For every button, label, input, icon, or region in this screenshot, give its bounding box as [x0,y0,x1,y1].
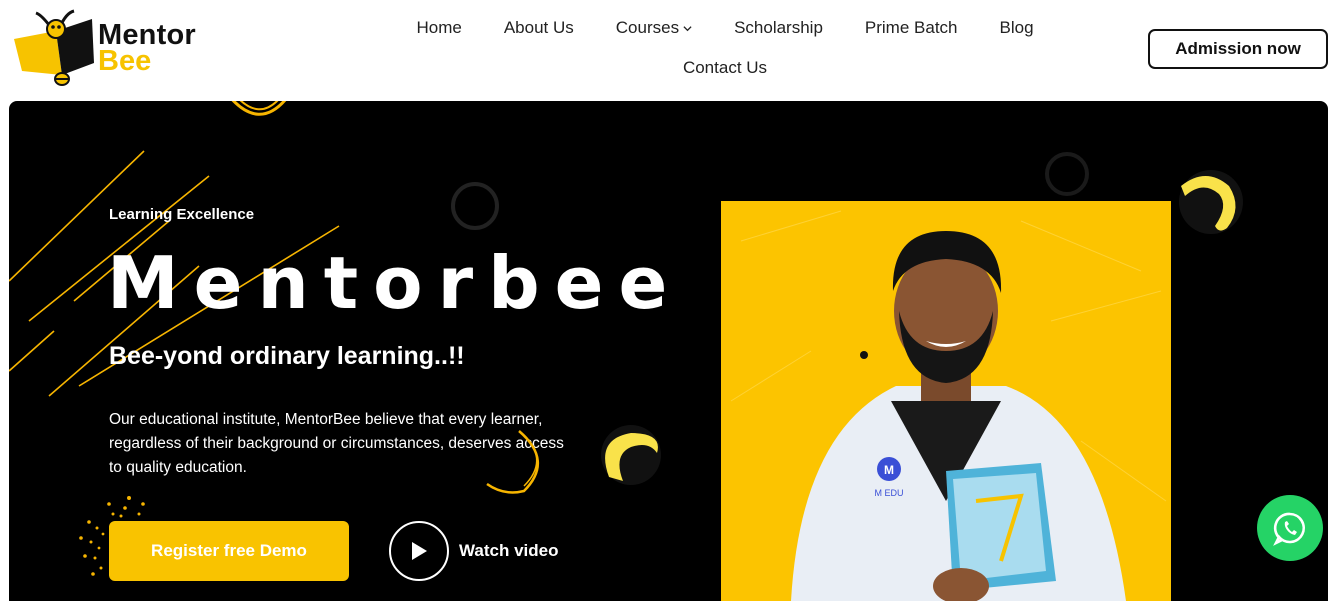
register-free-demo-button[interactable]: Register free Demo [109,521,349,581]
bee-logo-icon [12,9,98,87]
watch-video-button[interactable]: Watch video [389,521,559,581]
admission-now-button[interactable]: Admission now [1148,29,1328,69]
nav-item-contact-us[interactable]: Contact Us [662,52,788,84]
nav-item-scholarship[interactable]: Scholarship [713,12,844,44]
nav-row-2: Contact Us [395,52,1055,84]
crescent-decoration-left [601,425,661,485]
hero-section: Learning Excellence Mentorbee Bee-yond o… [9,101,1328,601]
chevron-down-icon [683,25,692,31]
brand-logo[interactable]: Mentor Bee [12,8,222,88]
svg-text:M: M [884,463,894,477]
nav-item-home[interactable]: Home [395,12,482,44]
watch-video-label: Watch video [459,541,559,560]
nav-item-courses-label: Courses [615,18,680,37]
brand-wordmark: Mentor Bee [98,20,196,77]
nav-item-courses[interactable]: Courses [595,12,713,44]
site-header: Mentor Bee Home About Us Courses Scholar… [0,0,1336,100]
main-nav: Home About Us Courses Scholarship Prime … [395,12,1055,84]
photo-badge-text: M EDU [875,488,904,498]
hero-kicker: Learning Excellence [109,206,255,223]
nav-item-prime-batch[interactable]: Prime Batch [844,12,979,44]
circle-outline-decoration [451,182,499,230]
arc-decoration-top [231,101,287,116]
nav-item-blog[interactable]: Blog [979,12,1055,44]
hero-title: Mentorbee [107,241,683,325]
nav-item-about-us[interactable]: About Us [483,12,595,44]
hero-tagline: Bee-yond ordinary learning..!! [109,342,465,370]
hero-photo: M M EDU [721,201,1171,601]
circle-outline-decoration-2 [1045,152,1089,196]
arc-decoration-middle [486,430,540,494]
play-icon [389,521,449,581]
nav-row-1: Home About Us Courses Scholarship Prime … [395,12,1055,44]
whatsapp-icon[interactable] [1257,495,1323,561]
brand-name-line2: Bee [98,45,152,77]
crescent-decoration-right [1179,170,1243,234]
